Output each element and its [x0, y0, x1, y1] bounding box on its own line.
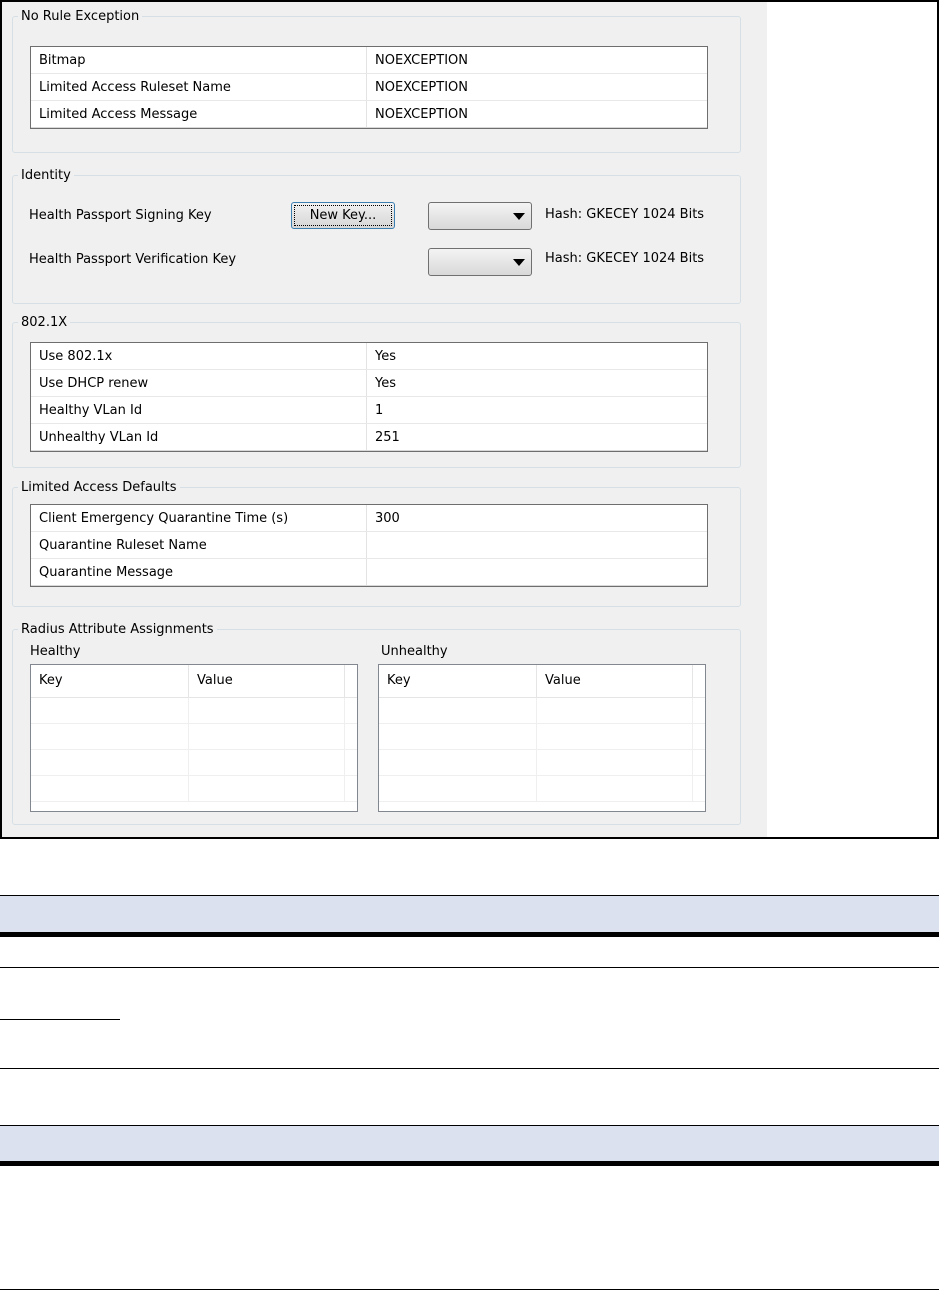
property-value[interactable]: NOEXCEPTION: [367, 47, 707, 73]
property-key: Unhealthy VLan Id: [31, 424, 367, 450]
property-row-client-emergency-quarantine-time[interactable]: Client Emergency Quarantine Time (s) 300: [31, 505, 707, 532]
group-title: 802.1X: [21, 315, 68, 330]
property-value[interactable]: Yes: [367, 343, 707, 369]
property-key: Use DHCP renew: [31, 370, 367, 396]
unhealthy-label: Unhealthy: [381, 644, 448, 659]
settings-dialog: No Rule Exception Bitmap NOEXCEPTION Lim…: [2, 2, 767, 837]
verification-key-hash: Hash: GKECEY 1024 Bits: [545, 251, 705, 266]
property-row-quarantine-message[interactable]: Quarantine Message: [31, 559, 707, 586]
table-header-rule: [0, 932, 939, 937]
property-row-bitmap[interactable]: Bitmap NOEXCEPTION: [31, 47, 707, 74]
property-key: Use 802.1x: [31, 343, 367, 369]
group-title: Identity: [21, 168, 71, 183]
chevron-down-icon: [513, 259, 525, 266]
property-key: Limited Access Ruleset Name: [31, 74, 367, 100]
property-key: Healthy VLan Id: [31, 397, 367, 423]
column-header-value[interactable]: Value: [189, 665, 345, 697]
list-row[interactable]: [31, 750, 357, 776]
property-value[interactable]: NOEXCEPTION: [367, 74, 707, 100]
list-header: Key Value: [379, 665, 705, 698]
no-rule-exception-grid: Bitmap NOEXCEPTION Limited Access Rulese…: [30, 46, 708, 129]
column-header-key[interactable]: Key: [31, 665, 189, 697]
list-row[interactable]: [379, 776, 705, 802]
table-header-band: [0, 896, 939, 932]
property-row-limited-access-ruleset-name[interactable]: Limited Access Ruleset Name NOEXCEPTION: [31, 74, 707, 101]
column-header-key[interactable]: Key: [379, 665, 537, 697]
new-key-button[interactable]: New Key...: [291, 202, 395, 229]
property-value[interactable]: 1: [367, 397, 707, 423]
list-row[interactable]: [379, 724, 705, 750]
property-key: Quarantine Message: [31, 559, 367, 585]
property-value[interactable]: [367, 559, 707, 585]
limited-access-defaults-grid: Client Emergency Quarantine Time (s) 300…: [30, 504, 708, 587]
new-key-button-label: New Key...: [294, 205, 392, 226]
group-title: Radius Attribute Assignments: [21, 622, 214, 637]
table-row-divider: [0, 1068, 939, 1069]
property-row-use-802-1x[interactable]: Use 802.1x Yes: [31, 343, 707, 370]
property-row-use-dhcp-renew[interactable]: Use DHCP renew Yes: [31, 370, 707, 397]
table-header-rule: [0, 1161, 939, 1166]
chevron-down-icon: [513, 213, 525, 220]
list-row[interactable]: [31, 724, 357, 750]
property-value[interactable]: [367, 532, 707, 558]
list-row[interactable]: [379, 750, 705, 776]
list-row[interactable]: [31, 776, 357, 802]
signing-key-hash: Hash: GKECEY 1024 Bits: [545, 207, 705, 222]
group-title: Limited Access Defaults: [21, 480, 177, 495]
healthy-attributes-list[interactable]: Key Value: [30, 664, 358, 812]
group-identity: Identity: [12, 168, 741, 304]
list-row[interactable]: [379, 698, 705, 724]
healthy-label: Healthy: [30, 644, 81, 659]
property-value[interactable]: 300: [367, 505, 707, 531]
property-row-quarantine-ruleset-name[interactable]: Quarantine Ruleset Name: [31, 532, 707, 559]
property-key: Limited Access Message: [31, 101, 367, 127]
group-title: No Rule Exception: [21, 9, 140, 24]
property-row-healthy-vlan-id[interactable]: Healthy VLan Id 1: [31, 397, 707, 424]
list-header: Key Value: [31, 665, 357, 698]
column-header-value[interactable]: Value: [537, 665, 693, 697]
list-row[interactable]: [31, 698, 357, 724]
property-value[interactable]: 251: [367, 424, 707, 450]
link-underline: [0, 1019, 120, 1020]
property-value[interactable]: Yes: [367, 370, 707, 396]
property-row-unhealthy-vlan-id[interactable]: Unhealthy VLan Id 251: [31, 424, 707, 451]
signing-key-dropdown[interactable]: [428, 202, 532, 230]
verification-key-label: Health Passport Verification Key: [29, 252, 237, 267]
signing-key-label: Health Passport Signing Key: [29, 208, 212, 223]
property-key: Client Emergency Quarantine Time (s): [31, 505, 367, 531]
screenshot-frame: No Rule Exception Bitmap NOEXCEPTION Lim…: [0, 0, 939, 839]
unhealthy-attributes-list[interactable]: Key Value: [378, 664, 706, 812]
table-bottom-rule: [0, 1289, 939, 1290]
property-key: Quarantine Ruleset Name: [31, 532, 367, 558]
verification-key-dropdown[interactable]: [428, 248, 532, 276]
property-key: Bitmap: [31, 47, 367, 73]
dot1x-grid: Use 802.1x Yes Use DHCP renew Yes Health…: [30, 342, 708, 452]
table-header-band: [0, 1126, 939, 1161]
property-value[interactable]: NOEXCEPTION: [367, 101, 707, 127]
table-row-divider: [0, 967, 939, 968]
property-row-limited-access-message[interactable]: Limited Access Message NOEXCEPTION: [31, 101, 707, 128]
